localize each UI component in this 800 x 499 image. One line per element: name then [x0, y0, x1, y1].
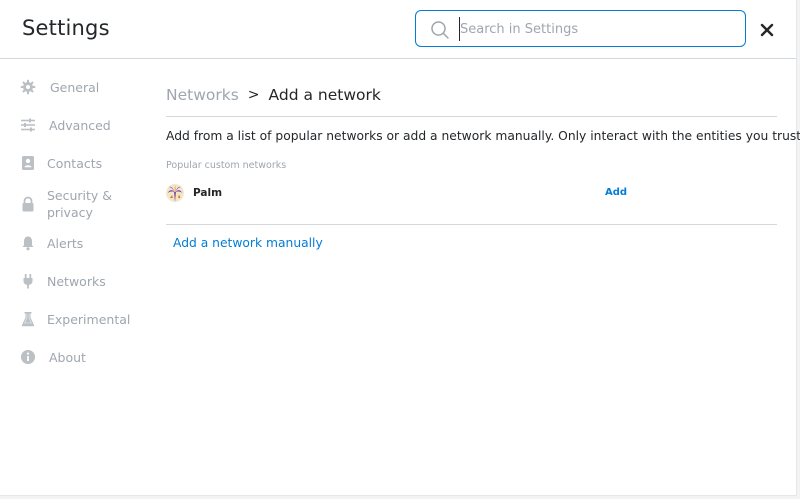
- breadcrumb-networks-link[interactable]: Networks: [166, 86, 239, 104]
- sidebar-item-alerts[interactable]: Alerts: [20, 235, 127, 252]
- contact-book-icon: [22, 156, 34, 170]
- network-name: Palm: [193, 187, 223, 199]
- sidebar-item-label: About: [49, 350, 86, 365]
- divider: [166, 116, 777, 117]
- sidebar-item-about[interactable]: About: [20, 349, 129, 366]
- popular-networks-heading: Popular custom networks: [166, 160, 287, 171]
- sidebar-item-general[interactable]: General: [20, 79, 130, 96]
- sidebar-item-label: Networks: [47, 274, 106, 289]
- sidebar-item-networks[interactable]: Networks: [20, 273, 127, 290]
- gear-icon: [20, 79, 36, 95]
- add-network-button[interactable]: Add: [605, 187, 627, 198]
- sidebar-item-advanced[interactable]: Advanced: [20, 117, 129, 134]
- sidebar-item-label: Security & privacy: [47, 188, 113, 220]
- sidebar-item-contacts[interactable]: Contacts: [20, 155, 127, 172]
- breadcrumb-current: Add a network: [268, 86, 381, 104]
- palm-logo-icon: [166, 184, 184, 202]
- search-icon: [431, 21, 449, 39]
- breadcrumb: Networks > Add a network: [166, 86, 381, 104]
- sidebar-item-label: Advanced: [49, 118, 111, 133]
- sliders-icon: [21, 118, 35, 132]
- sidebar-item-label: Alerts: [47, 236, 84, 251]
- sidebar-item-label: Experimental: [47, 312, 131, 327]
- close-icon[interactable]: [759, 22, 775, 38]
- sidebar-item-security[interactable]: Security & privacy: [20, 187, 127, 221]
- divider: [166, 224, 777, 225]
- bell-icon: [22, 236, 34, 251]
- sidebar-item-label: General: [50, 80, 100, 95]
- breadcrumb-separator: >: [247, 87, 260, 103]
- info-icon: [21, 350, 35, 364]
- sidebar-item-experimental[interactable]: Experimental: [20, 311, 131, 328]
- search-box[interactable]: [415, 10, 746, 47]
- page-title: Settings: [22, 16, 110, 40]
- plug-icon: [23, 274, 33, 289]
- settings-window: Settings Search in Settings General Adva…: [0, 0, 800, 496]
- add-network-description: Add from a list of popular networks or a…: [166, 129, 800, 143]
- search-input[interactable]: [459, 17, 730, 41]
- sidebar-item-label: Contacts: [47, 156, 103, 171]
- network-list-item: Palm Add: [166, 183, 777, 205]
- settings-header: Settings: [0, 0, 796, 59]
- lock-icon: [22, 196, 34, 212]
- add-network-manually-link[interactable]: Add a network manually: [173, 236, 323, 250]
- flask-icon: [21, 312, 35, 327]
